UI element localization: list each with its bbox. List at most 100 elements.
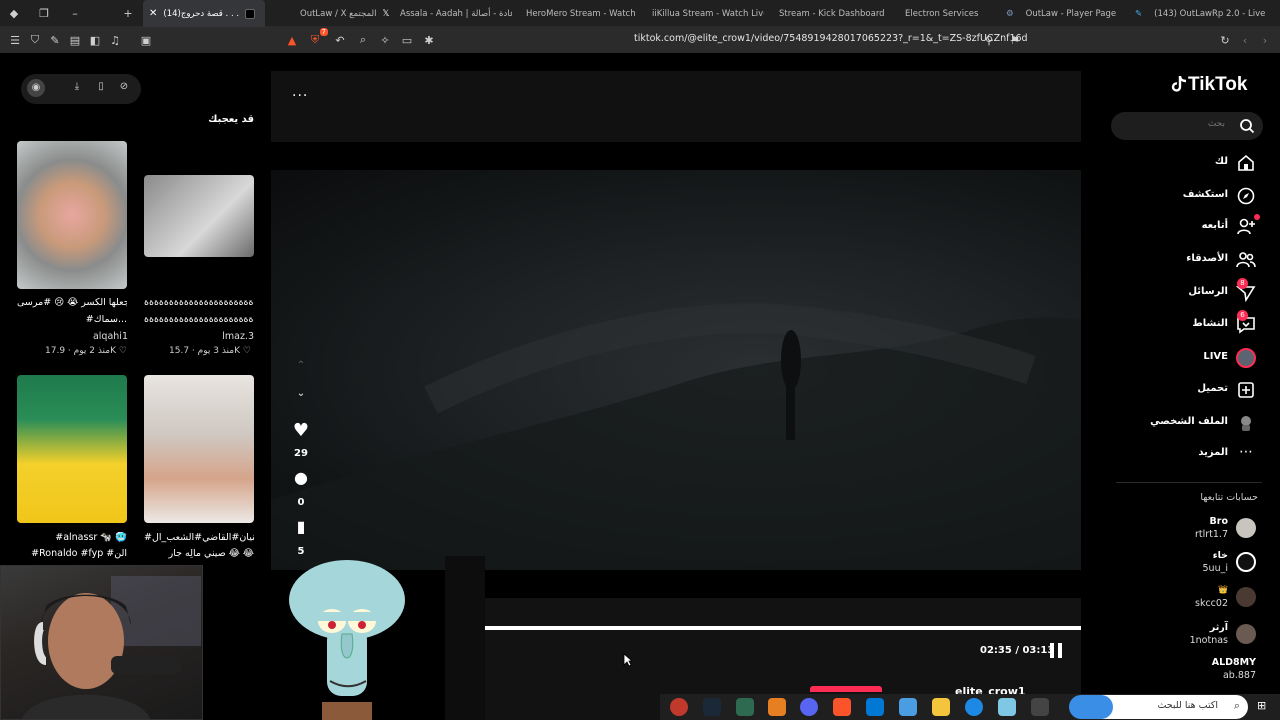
- shield-icon[interactable]: ⛉: [26, 31, 44, 49]
- following-account[interactable]: Bro rtlrt1.7: [1112, 514, 1262, 544]
- video-caption[interactable]: ةةةةةةةةةةةةةةةةةةةةةةةة: [144, 297, 254, 308]
- nav-profile[interactable]: الملف الشخصي: [1112, 410, 1262, 436]
- follow-button[interactable]: [810, 686, 882, 692]
- tab-iikillua[interactable]: iiKillua Stream - Watch Live: [652, 0, 764, 27]
- music-icon[interactable]: ♫: [106, 31, 124, 49]
- search-input[interactable]: بحث: [1111, 112, 1263, 140]
- tab-outlaw-x[interactable]: OutLaw / X المجتمع 𝕏: [300, 0, 390, 27]
- folder-icon[interactable]: [932, 698, 950, 716]
- nav-for-you[interactable]: لك: [1112, 150, 1262, 176]
- address-bar[interactable]: tiktok.com/@elite_crow1/video/7548919428…: [634, 33, 1028, 44]
- video-thumbnail[interactable]: [144, 375, 254, 523]
- minimize-icon[interactable]: –: [64, 0, 86, 27]
- sidebar-icon[interactable]: ◧: [86, 31, 104, 49]
- video-thumbnail[interactable]: [17, 375, 127, 523]
- wallet-icon[interactable]: ▣: [137, 31, 155, 49]
- tab-player-page[interactable]: ⚙ OutLaw - Player Page: [1006, 0, 1118, 27]
- restore-icon[interactable]: ❐: [33, 0, 55, 27]
- mic-icon[interactable]: ◉: [27, 79, 45, 97]
- tab-outlawrp-live[interactable]: ✎ (143) OutLawRp 2.0 - Live: [1135, 0, 1280, 27]
- video-caption[interactable]: #ابوسنيان#القاضي#الشعب_ال: [144, 532, 254, 543]
- tab-assala[interactable]: Assala - Aadah | عادة - أصالة: [400, 0, 512, 27]
- chevron-up-icon[interactable]: ⌃: [288, 360, 314, 371]
- pause-button[interactable]: [1050, 643, 1064, 659]
- nav-activity[interactable]: النشاط 6: [1112, 310, 1262, 338]
- task-view-icon[interactable]: [1031, 698, 1049, 716]
- translate-icon[interactable]: ✱: [420, 31, 438, 49]
- bookmark-icon[interactable]: ▮: [288, 517, 314, 536]
- video-author[interactable]: lmaz.3: [222, 331, 254, 342]
- wand-icon[interactable]: ✧: [376, 31, 394, 49]
- chevron-down-icon[interactable]: ⌄: [288, 388, 314, 399]
- reload-icon[interactable]: ↻: [1216, 31, 1234, 49]
- video-author[interactable]: alqahi1: [93, 331, 128, 342]
- outlook-icon[interactable]: [866, 698, 884, 716]
- pen-icon[interactable]: ✎: [46, 31, 64, 49]
- download-icon[interactable]: ⤓: [70, 81, 84, 95]
- window-menu-icon[interactable]: ◆: [3, 0, 25, 27]
- taskbar-search[interactable]: اكتب هنا للبحث ⌕: [1069, 695, 1248, 719]
- feather-icon: ✎: [1135, 8, 1143, 19]
- tabs-icon[interactable]: ▤: [66, 31, 84, 49]
- comment-icon[interactable]: ●: [288, 468, 314, 487]
- copilot-icon[interactable]: [998, 698, 1016, 716]
- back-icon[interactable]: ‹: [1236, 31, 1254, 49]
- following-account[interactable]: خاء 5uu_i: [1112, 548, 1262, 578]
- nav-following[interactable]: أتابعه: [1112, 214, 1262, 240]
- new-tab-icon[interactable]: +: [117, 0, 139, 27]
- video-caption[interactable]: #alnassr 🐄 🥶: [17, 532, 127, 543]
- windows-start-icon[interactable]: ⊞: [1257, 700, 1269, 712]
- nav-live[interactable]: LIVE: [1112, 345, 1262, 371]
- phone-icon[interactable]: ▯: [94, 81, 108, 95]
- app-icon[interactable]: [768, 698, 786, 716]
- nav-explore[interactable]: استكشف: [1112, 183, 1262, 209]
- tab-electron-services[interactable]: Electron Services: [905, 0, 995, 27]
- following-account[interactable]: ALD8MY ab.887: [1112, 655, 1262, 685]
- tiktok-logo[interactable]: TikTok: [1170, 74, 1247, 96]
- nav-more[interactable]: المزيد ⋯: [1112, 441, 1262, 467]
- video-meta: منذ 2 يوم · 17.9K ♡: [45, 346, 127, 356]
- brave-shields-icon[interactable]: ⛨ 7: [306, 28, 328, 49]
- video-caption[interactable]: صيني مالِه جار 😂 😂: [144, 548, 254, 559]
- menu-icon[interactable]: ☰: [6, 31, 24, 49]
- edge-icon[interactable]: [965, 698, 983, 716]
- tab-tiktok[interactable]: ✕ (14)قصة دحروج . . .: [143, 0, 265, 27]
- browser-tab-bar: ◆ ❐ – + ✕ (14)قصة دحروج . . . OutLaw / X…: [0, 0, 1280, 27]
- following-account[interactable]: آرثر 1notnas: [1112, 620, 1262, 650]
- nav-upload[interactable]: تحميل: [1112, 377, 1262, 403]
- nav-messages[interactable]: الرسائل 8: [1112, 278, 1262, 306]
- heart-icon[interactable]: ♥: [288, 420, 314, 441]
- x-icon: 𝕏: [382, 8, 390, 19]
- video-frame[interactable]: [271, 170, 1081, 570]
- search-icon[interactable]: ⌕: [354, 31, 372, 49]
- messages-badge: 8: [1237, 278, 1248, 289]
- video-thumbnail[interactable]: [144, 175, 254, 257]
- tab-kick-dashboard[interactable]: Stream - Kick Dashboard: [779, 0, 889, 27]
- steam-icon[interactable]: [703, 698, 721, 716]
- video-caption[interactable]: ةةةةةةةةةةةةةةةةةةةةةةة...: [144, 314, 254, 325]
- search-icon[interactable]: [1239, 118, 1255, 134]
- store-icon[interactable]: [899, 698, 917, 716]
- progress-bar[interactable]: [485, 626, 1081, 630]
- tab-heromero[interactable]: HeroMero Stream - Watch: [526, 0, 636, 27]
- screen-icon[interactable]: ▭: [398, 31, 416, 49]
- brave-icon[interactable]: [833, 698, 851, 716]
- gear-icon: ⚙: [1006, 8, 1014, 19]
- app-icon[interactable]: [670, 698, 688, 716]
- following-account[interactable]: 👑 skcc02: [1112, 583, 1262, 613]
- video-caption[interactable]: #سماك...: [17, 314, 127, 325]
- extension-icon[interactable]: ▲: [283, 31, 301, 49]
- video-thumbnail[interactable]: [17, 141, 127, 289]
- forward-icon[interactable]: ›: [1256, 31, 1274, 49]
- avatar: [1236, 587, 1256, 607]
- video-caption[interactable]: #Ronaldo #fyp #الن: [17, 548, 127, 559]
- discord-icon[interactable]: [800, 698, 818, 716]
- more-options-button[interactable]: ...: [292, 84, 308, 100]
- excel-icon[interactable]: [736, 698, 754, 716]
- nav-friends[interactable]: الأصدقاء: [1112, 247, 1262, 273]
- close-icon[interactable]: ✕: [149, 8, 157, 19]
- search-icon: ⌕: [1233, 699, 1240, 712]
- compass-icon[interactable]: ⊘: [117, 81, 131, 95]
- video-caption[interactable]: جعلها الكسر 😭 😢 #مرسى: [17, 297, 127, 308]
- undo-icon[interactable]: ↶: [331, 31, 349, 49]
